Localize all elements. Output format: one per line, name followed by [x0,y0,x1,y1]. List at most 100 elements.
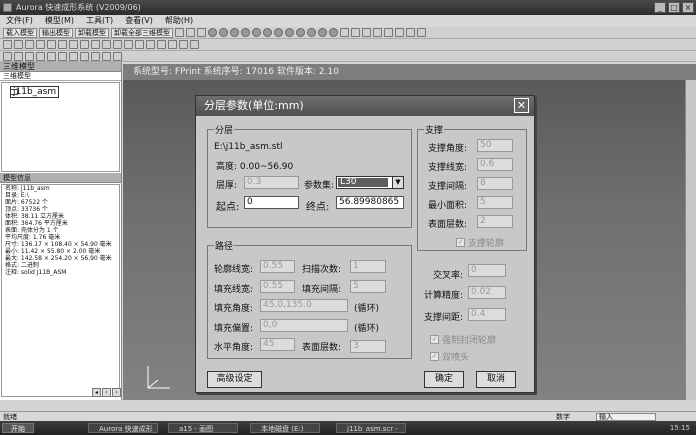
panel-tab[interactable]: 三维模型 [0,72,121,81]
menu-view[interactable]: 查看(V) [119,15,159,27]
support-interval-input[interactable]: 8 [477,177,513,190]
view-icon[interactable] [219,28,228,37]
export-model-button[interactable]: 输出模型 [39,27,73,38]
view-icon[interactable] [252,28,261,37]
delete-icon[interactable] [102,40,111,49]
nav-next-icon[interactable]: › [112,388,121,397]
thickness-input[interactable]: 0.3 [244,176,299,189]
tool-icon[interactable] [58,51,67,61]
menu-help[interactable]: 帮助(H) [159,15,199,27]
menu-model[interactable]: 模型(M) [39,15,80,27]
zoom-fit-icon[interactable] [36,40,45,49]
support-angle-input[interactable]: 50 [477,139,513,152]
view-icon[interactable] [241,28,250,37]
menu-tools[interactable]: 工具(T) [80,15,119,27]
status-input[interactable]: 输入 [596,413,656,421]
cancel-button[interactable]: 取消 [476,371,516,388]
fill-angle-input[interactable]: 45.0,135.0 [260,299,348,312]
menu-file[interactable]: 文件(F) [0,15,39,27]
help-icon[interactable] [197,28,206,37]
view-icon[interactable] [296,28,305,37]
taskbar-item[interactable]: j11b_asm.scr - [336,423,406,433]
start-button[interactable]: 开始 [2,423,34,433]
tool-icon[interactable] [47,51,56,61]
zoom-out-icon[interactable] [14,40,23,49]
rotate-icon[interactable] [58,40,67,49]
overlap-input[interactable]: 0 [468,264,506,277]
chevron-down-icon[interactable]: ▼ [392,177,403,188]
fill-offset-input[interactable]: 0,0 [260,319,348,332]
tool-icon[interactable] [384,28,393,37]
contour-width-input[interactable]: 0.55 [260,260,295,273]
split-icon[interactable] [168,40,177,49]
search-icon[interactable] [47,40,56,49]
scan-count-input[interactable]: 1 [350,260,386,273]
path-surface-layers-input[interactable]: 3 [350,340,386,353]
viewport-scrollbar[interactable] [685,80,696,400]
maximize-button[interactable]: □ [668,2,680,13]
precision-input[interactable]: 0.02 [468,286,506,299]
layer-icon[interactable] [179,40,188,49]
view-icon[interactable] [274,28,283,37]
seal-contour-checkbox[interactable]: ✓ 强制封闭轮廓 [430,333,496,346]
view-icon[interactable] [318,28,327,37]
scale-icon[interactable] [124,40,133,49]
param-set-select[interactable]: L30 ▼ [336,176,404,189]
print-icon[interactable] [14,51,23,61]
tool-icon[interactable] [406,28,415,37]
unload-all-button[interactable]: 卸载全部三维模型 [111,27,173,38]
fill-width-input[interactable]: 0.55 [260,280,295,293]
taskbar-item[interactable]: 本地磁盘 (E:) [250,423,320,433]
view-icon[interactable] [263,28,272,37]
view-icon[interactable] [230,28,239,37]
move-icon[interactable] [113,40,122,49]
paste-icon[interactable] [91,40,100,49]
zoom-window-icon[interactable] [25,40,34,49]
tool-icon[interactable] [36,51,45,61]
copy-icon[interactable] [80,40,89,49]
tool-icon[interactable] [91,51,100,61]
nav-prev-icon[interactable]: ‹ [102,388,111,397]
min-area-input[interactable]: 5 [477,196,513,209]
taskbar-item[interactable]: Aurora 快速成形 [88,423,158,433]
tool-icon[interactable] [340,28,349,37]
undo-icon[interactable] [175,28,184,37]
tool-icon[interactable] [351,28,360,37]
horizontal-angle-input[interactable]: 45 [260,338,295,351]
redo-icon[interactable] [186,28,195,37]
support-surface-layers-input[interactable]: 2 [477,215,513,228]
taskbar-item[interactable]: a15 - 画图 [168,423,238,433]
tool-icon[interactable] [417,28,426,37]
check-icon[interactable] [25,51,34,61]
view-icon[interactable] [285,28,294,37]
minimize-button[interactable]: _ [654,2,666,13]
close-icon[interactable]: ✕ [514,98,529,113]
nav-first-icon[interactable]: ◂ [92,388,101,397]
tool-icon[interactable] [69,51,78,61]
tool-icon[interactable] [102,51,111,61]
fill-interval-input[interactable]: 5 [350,280,386,293]
tool-icon[interactable] [373,28,382,37]
settings-icon[interactable] [3,51,12,61]
support-gap-input[interactable]: 0.4 [468,308,506,321]
support-outline-checkbox[interactable]: ✓ 支撑轮廓 [456,236,504,249]
dual-nozzle-checkbox[interactable]: ✓ 双喷头 [430,350,469,363]
load-model-button[interactable]: 载入模型 [3,27,37,38]
ok-button[interactable]: 确定 [424,371,464,388]
start-input[interactable]: 0 [244,196,299,209]
end-input[interactable]: 56.89980865 [336,196,404,209]
view-icon[interactable] [329,28,338,37]
view-icon[interactable] [307,28,316,37]
pan-icon[interactable] [69,40,78,49]
close-window-button[interactable]: × [682,2,694,13]
tool-icon[interactable] [362,28,371,37]
mirror-icon[interactable] [135,40,144,49]
support-icon[interactable] [190,40,199,49]
tool-icon[interactable] [80,51,89,61]
tool-icon[interactable] [113,51,122,61]
zoom-in-icon[interactable] [3,40,12,49]
advanced-settings-button[interactable]: 高级设定 [207,371,262,388]
support-width-input[interactable]: 0.6 [477,158,513,171]
tree-item[interactable]: j11b_asm [10,86,119,98]
array-icon[interactable] [146,40,155,49]
